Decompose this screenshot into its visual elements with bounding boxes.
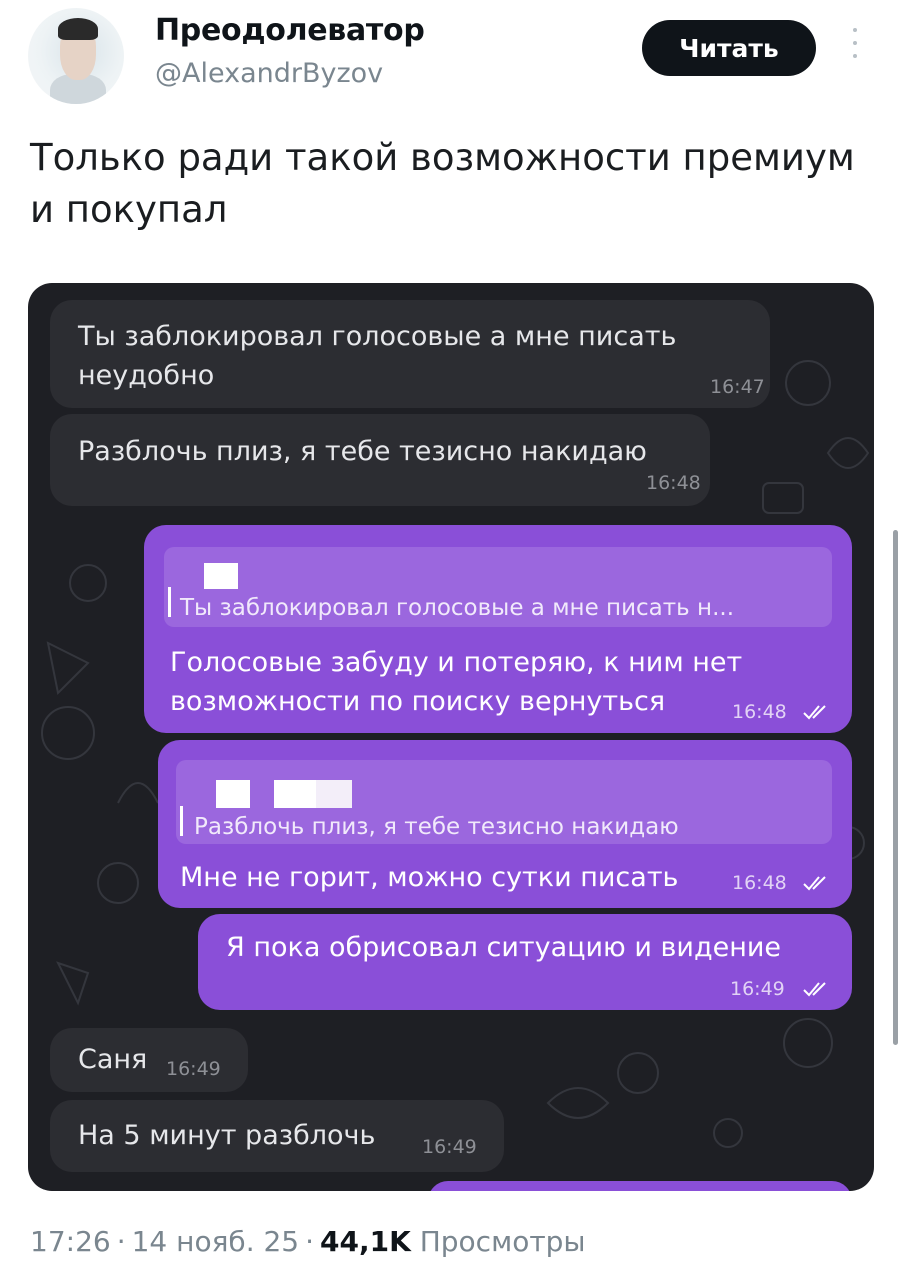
views-count[interactable]: 44,1K <box>320 1225 411 1258</box>
message-time: 16:49 <box>422 1136 477 1158</box>
follow-button[interactable]: Читать <box>642 20 816 76</box>
read-check-icon <box>803 876 826 891</box>
quote-bar <box>168 587 171 617</box>
message-time: 16:47 <box>710 376 765 398</box>
read-check-icon <box>803 982 826 997</box>
message-time: 16:49 <box>166 1058 221 1080</box>
message-outgoing[interactable]: Ты заблокировал голосовые а мне писать н… <box>144 525 852 733</box>
message-text: Разблочь плиз, я тебе тезисно накидаю <box>78 436 647 467</box>
message-text: Ты заблокировал голосовые а мне писать <box>78 321 677 352</box>
tweet-date[interactable]: 14 нояб. 25 <box>132 1225 300 1258</box>
message-text: Я пока обрисовал ситуацию и видение <box>226 932 782 963</box>
message-incoming[interactable]: Разблочь плиз, я тебе тезисно накидаю 16… <box>50 414 710 506</box>
message-time: 16:48 <box>646 472 701 494</box>
reply-quote[interactable]: Ты заблокировал голосовые а мне писать н… <box>164 547 832 627</box>
tweet-meta: 17:26 · 14 нояб. 25 · 44,1K Просмотры <box>30 1225 586 1258</box>
redacted-name <box>216 780 250 808</box>
message-text: Мне не горит, можно сутки писать <box>180 862 679 893</box>
scrollbar[interactable] <box>893 530 898 1045</box>
message-text: На 5 минут разблочь <box>78 1120 376 1151</box>
author-display-name[interactable]: Преодолеватор <box>155 13 425 48</box>
message-outgoing[interactable]: Разблочь плиз, я тебе тезисно накидаю Мн… <box>158 740 852 908</box>
message-text: возможности по поиску вернуться <box>170 686 666 717</box>
separator: · <box>305 1225 315 1258</box>
message-outgoing-partial[interactable] <box>428 1181 852 1191</box>
reply-quote[interactable]: Разблочь плиз, я тебе тезисно накидаю <box>176 760 832 844</box>
avatar-hair <box>58 18 98 40</box>
redacted-name <box>316 780 352 808</box>
message-outgoing[interactable]: Я пока обрисовал ситуацию и видение 16:4… <box>198 914 852 1010</box>
message-time: 16:48 <box>732 701 787 723</box>
message-text: Голосовые забуду и потеряю, к ним нет <box>170 647 743 678</box>
quote-bar <box>180 806 183 836</box>
message-text: неудобно <box>78 360 215 391</box>
author-handle[interactable]: @AlexandrByzov <box>155 58 383 89</box>
message-incoming[interactable]: Саня 16:49 <box>50 1028 248 1092</box>
redacted-name <box>274 780 316 808</box>
message-text: Саня <box>78 1044 148 1075</box>
read-check-icon <box>803 705 826 720</box>
avatar[interactable] <box>28 8 124 104</box>
tweet-text: Только ради такой возможности премиум и … <box>30 136 855 231</box>
views-label[interactable]: Просмотры <box>420 1225 586 1258</box>
message-time: 16:49 <box>730 978 785 1000</box>
tweet-time[interactable]: 17:26 <box>30 1225 111 1258</box>
message-incoming[interactable]: На 5 минут разблочь 16:49 <box>50 1100 504 1172</box>
separator: · <box>116 1225 126 1258</box>
message-incoming[interactable]: Ты заблокировал голосовые а мне писать н… <box>50 300 770 408</box>
more-options-icon[interactable] <box>848 28 862 68</box>
quoted-text: Разблочь плиз, я тебе тезисно накидаю <box>194 814 679 840</box>
redacted-name <box>204 563 238 589</box>
message-time: 16:48 <box>732 872 787 894</box>
quoted-text: Ты заблокировал голосовые а мне писать н… <box>180 595 735 621</box>
tweet-media-image[interactable]: Ты заблокировал голосовые а мне писать н… <box>28 283 874 1191</box>
